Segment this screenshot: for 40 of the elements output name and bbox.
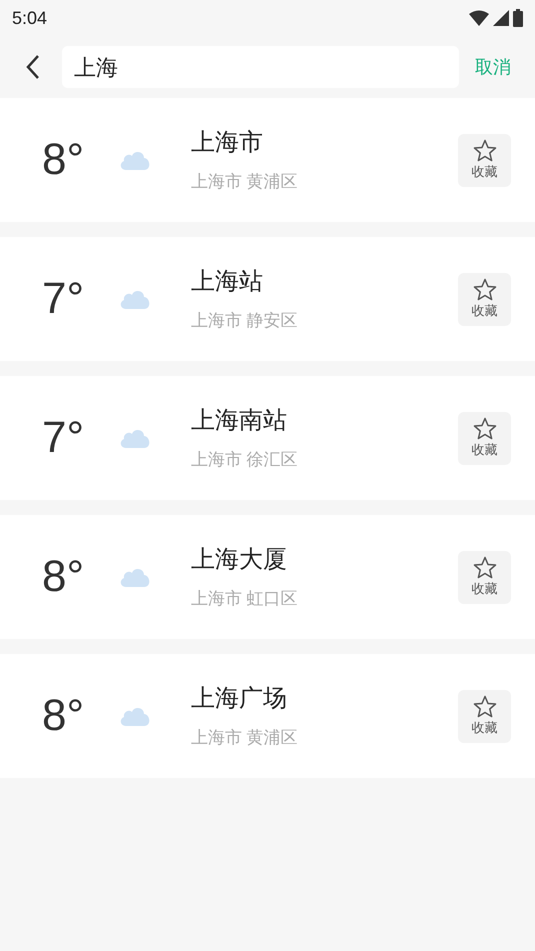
place-name: 上海广场 <box>191 684 288 714</box>
cloud-icon <box>118 705 152 727</box>
favorite-button[interactable]: 收藏 <box>458 272 511 326</box>
favorite-button[interactable]: 收藏 <box>458 134 511 186</box>
place-location: 上海市 黄浦区 <box>191 171 299 194</box>
star-icon <box>472 416 496 440</box>
favorite-button[interactable]: 收藏 <box>458 550 511 604</box>
temperature: 8° <box>42 551 86 603</box>
signal-icon <box>493 10 509 26</box>
star-icon <box>472 556 496 579</box>
cloud-icon <box>118 566 152 588</box>
temperature: 7° <box>42 412 86 464</box>
search-field[interactable]: 上海 <box>62 46 459 88</box>
place-name: 上海站 <box>191 267 264 298</box>
favorite-button[interactable]: 收藏 <box>458 690 511 742</box>
place-location: 上海市 虹口区 <box>191 588 299 610</box>
place-name: 上海大厦 <box>191 545 288 576</box>
temperature: 8° <box>42 690 86 742</box>
place-name: 上海市 <box>191 128 264 158</box>
cloud-icon <box>118 427 152 449</box>
temperature: 8° <box>42 134 86 186</box>
place-location: 上海市 静安区 <box>191 310 299 332</box>
wifi-icon <box>469 10 489 26</box>
place-name: 上海南站 <box>191 406 288 436</box>
result-card[interactable]: 8° 上海广场 上海市 黄浦区 收藏 <box>0 654 535 778</box>
battery-icon <box>513 9 523 27</box>
favorite-button[interactable]: 收藏 <box>458 412 511 464</box>
result-card[interactable]: 8° 上海市 上海市 黄浦区 收藏 <box>0 98 535 222</box>
cloud-icon <box>118 149 152 171</box>
star-icon <box>472 694 496 718</box>
star-icon <box>472 138 496 162</box>
place-location: 上海市 徐汇区 <box>191 449 299 472</box>
cloud-icon <box>118 288 152 310</box>
star-icon <box>472 278 496 301</box>
result-card[interactable]: 7° 上海站 上海市 静安区 收藏 <box>0 237 535 361</box>
result-card[interactable]: 7° 上海南站 上海市 徐汇区 收藏 <box>0 376 535 500</box>
temperature: 7° <box>42 273 86 325</box>
status-time: 5:04 <box>12 6 48 30</box>
place-location: 上海市 黄浦区 <box>191 727 299 750</box>
result-card[interactable]: 8° 上海大厦 上海市 虹口区 收藏 <box>0 515 535 639</box>
